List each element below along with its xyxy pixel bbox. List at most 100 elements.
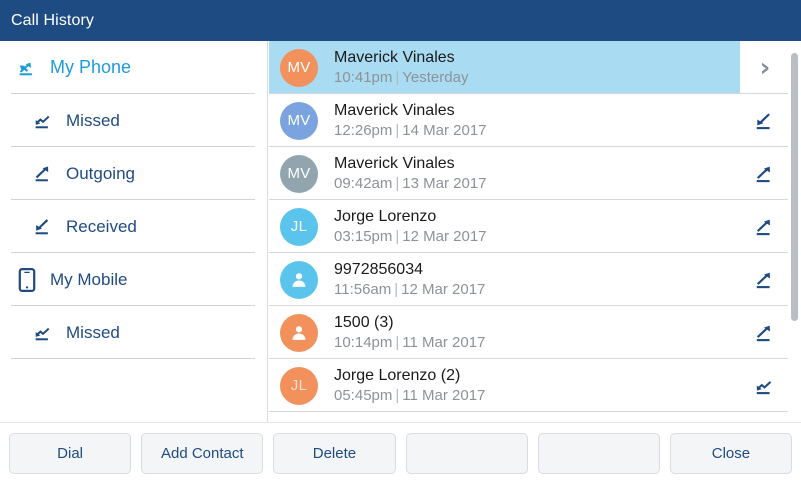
sidebar-item-label: My Phone <box>50 57 132 77</box>
sidebar-item-label: Outgoing <box>66 163 135 183</box>
timestamp-separator: | <box>395 387 400 404</box>
avatar-initials: JL <box>290 377 308 394</box>
softkey-label: Close <box>711 445 751 462</box>
caller-name: Maverick Vinales <box>334 49 455 66</box>
received-call-icon <box>754 110 776 132</box>
call-history-row[interactable]: 9972856034 11:56am | 12 Mar 2017 <box>269 253 801 306</box>
call-history-screen: Call History My Phone Missed Outgoing Recei… <box>0 0 801 500</box>
call-time-value: 05:45pm <box>334 387 393 404</box>
call-history-row[interactable]: JL Jorge Lorenzo (2) 05:45pm | 11 Mar 2017 <box>269 359 801 412</box>
call-history-row[interactable]: MV Maverick Vinales 12:26pm | 14 Mar 2017 <box>269 94 801 147</box>
outgoing-call-icon <box>754 269 776 291</box>
caller-name: Jorge Lorenzo <box>334 208 437 225</box>
softkey-dial[interactable]: Dial <box>9 433 132 474</box>
call-entry-details: 9972856034 11:56am | 12 Mar 2017 <box>334 260 739 299</box>
avatar-initials: MV <box>287 112 311 129</box>
avatar-initials: JL <box>290 218 308 235</box>
avatar-initials: MV <box>287 165 311 182</box>
call-row-action <box>739 163 791 185</box>
timestamp-separator: | <box>395 175 400 192</box>
call-timestamp: 10:41pm | Yesterday <box>334 68 739 87</box>
outgoing-call-icon <box>754 322 776 344</box>
call-history-row[interactable]: 1500 (3) 10:14pm | 11 Mar 2017 <box>269 306 801 359</box>
call-history-row[interactable]: JL Jorge Lorenzo 03:15pm | 12 Mar 2017 <box>269 200 801 253</box>
call-timestamp: 10:14pm | 11 Mar 2017 <box>334 333 739 352</box>
missed-call-icon <box>754 375 776 397</box>
outgoing-call-icon <box>754 216 776 238</box>
timestamp-separator: | <box>394 281 399 298</box>
avatar: JL <box>280 207 318 246</box>
received-call-icon <box>30 216 56 238</box>
all-calls-icon <box>17 57 38 78</box>
softkey-add-contact[interactable]: Add Contact <box>141 433 264 474</box>
timestamp-separator: | <box>395 334 400 351</box>
outgoing-call-icon <box>33 163 54 184</box>
call-time-value: 12:26pm <box>334 122 393 139</box>
sidebar-item-received[interactable]: Received <box>0 200 267 253</box>
softkey-delete[interactable]: Delete <box>273 433 396 474</box>
call-time-value: 03:15pm <box>334 228 393 245</box>
title-bar: Call History <box>0 0 801 41</box>
sidebar-item-label: My Mobile <box>50 269 128 289</box>
avatar <box>280 260 318 299</box>
mobile-phone-icon <box>14 267 40 292</box>
call-history-row[interactable]: MV Maverick Vinales 09:42am | 13 Mar 2017 <box>269 147 801 200</box>
call-time-value: 10:14pm <box>334 334 393 351</box>
sidebar-item-missed[interactable]: Missed <box>0 94 267 147</box>
received-call-icon <box>33 216 54 237</box>
mobile-phone-icon <box>16 267 38 292</box>
sidebar-item-label: Missed <box>66 322 120 342</box>
sidebar-item-missed[interactable]: Missed <box>0 306 267 359</box>
call-list-scrollbar[interactable] <box>791 53 798 321</box>
call-entry-details: Maverick Vinales 12:26pm | 14 Mar 2017 <box>334 101 739 140</box>
call-row-action <box>739 110 791 132</box>
missed-call-icon <box>33 322 54 343</box>
call-row-action <box>739 375 791 397</box>
sidebar-item-my-mobile[interactable]: My Mobile <box>0 253 267 306</box>
call-entry-details: 1500 (3) 10:14pm | 11 Mar 2017 <box>334 313 739 352</box>
avatar: MV <box>280 101 318 140</box>
avatar-initials: MV <box>287 59 311 76</box>
chevron-right-icon: › <box>759 52 771 83</box>
missed-call-icon <box>30 322 56 344</box>
caller-name: 9972856034 <box>334 261 423 278</box>
sidebar-item-outgoing[interactable]: Outgoing <box>0 147 267 200</box>
softkey-empty-3 <box>405 433 528 474</box>
call-date-value: 12 Mar 2017 <box>401 281 486 298</box>
body-area: My Phone Missed Outgoing Received My Mobile M… <box>0 41 801 422</box>
softkey-close[interactable]: Close <box>669 433 793 474</box>
call-date-value: 14 Mar 2017 <box>402 122 487 139</box>
call-history-row[interactable]: MV Maverick Vinales 10:41pm | Yesterday › <box>269 41 801 94</box>
sidebar: My Phone Missed Outgoing Received My Mobile M… <box>0 41 268 422</box>
call-row-divider <box>269 411 788 412</box>
call-timestamp: 03:15pm | 12 Mar 2017 <box>334 227 739 246</box>
call-timestamp: 09:42am | 13 Mar 2017 <box>334 174 739 193</box>
sidebar-divider <box>11 358 255 359</box>
softkey-empty-4 <box>537 433 660 474</box>
call-row-action <box>739 269 791 291</box>
softkey-label: Add Contact <box>160 445 244 462</box>
avatar: JL <box>280 366 318 405</box>
softkey-label: Dial <box>57 445 83 462</box>
call-row-action[interactable]: › <box>739 55 791 81</box>
call-date-value: 13 Mar 2017 <box>402 175 487 192</box>
sidebar-item-my-phone[interactable]: My Phone <box>0 41 267 94</box>
timestamp-separator: | <box>395 69 400 86</box>
outgoing-call-icon <box>754 163 776 185</box>
call-timestamp: 05:45pm | 11 Mar 2017 <box>334 386 739 405</box>
page-title: Call History <box>11 11 94 29</box>
person-icon <box>288 322 310 344</box>
caller-name: Maverick Vinales <box>334 102 455 119</box>
call-entry-details: Jorge Lorenzo (2) 05:45pm | 11 Mar 2017 <box>334 366 739 405</box>
caller-name: Maverick Vinales <box>334 155 455 172</box>
avatar: MV <box>280 154 318 193</box>
softkey-bar: Dial Add Contact Delete Close <box>0 422 801 500</box>
all-calls-icon <box>14 57 40 79</box>
call-time-value: 09:42am <box>334 175 393 192</box>
sidebar-item-label: Missed <box>66 110 120 130</box>
sidebar-item-label: Received <box>66 216 137 236</box>
call-row-action <box>739 322 791 344</box>
call-entry-details: Maverick Vinales 09:42am | 13 Mar 2017 <box>334 154 739 193</box>
call-date-value: Yesterday <box>402 69 469 86</box>
call-timestamp: 12:26pm | 14 Mar 2017 <box>334 121 739 140</box>
